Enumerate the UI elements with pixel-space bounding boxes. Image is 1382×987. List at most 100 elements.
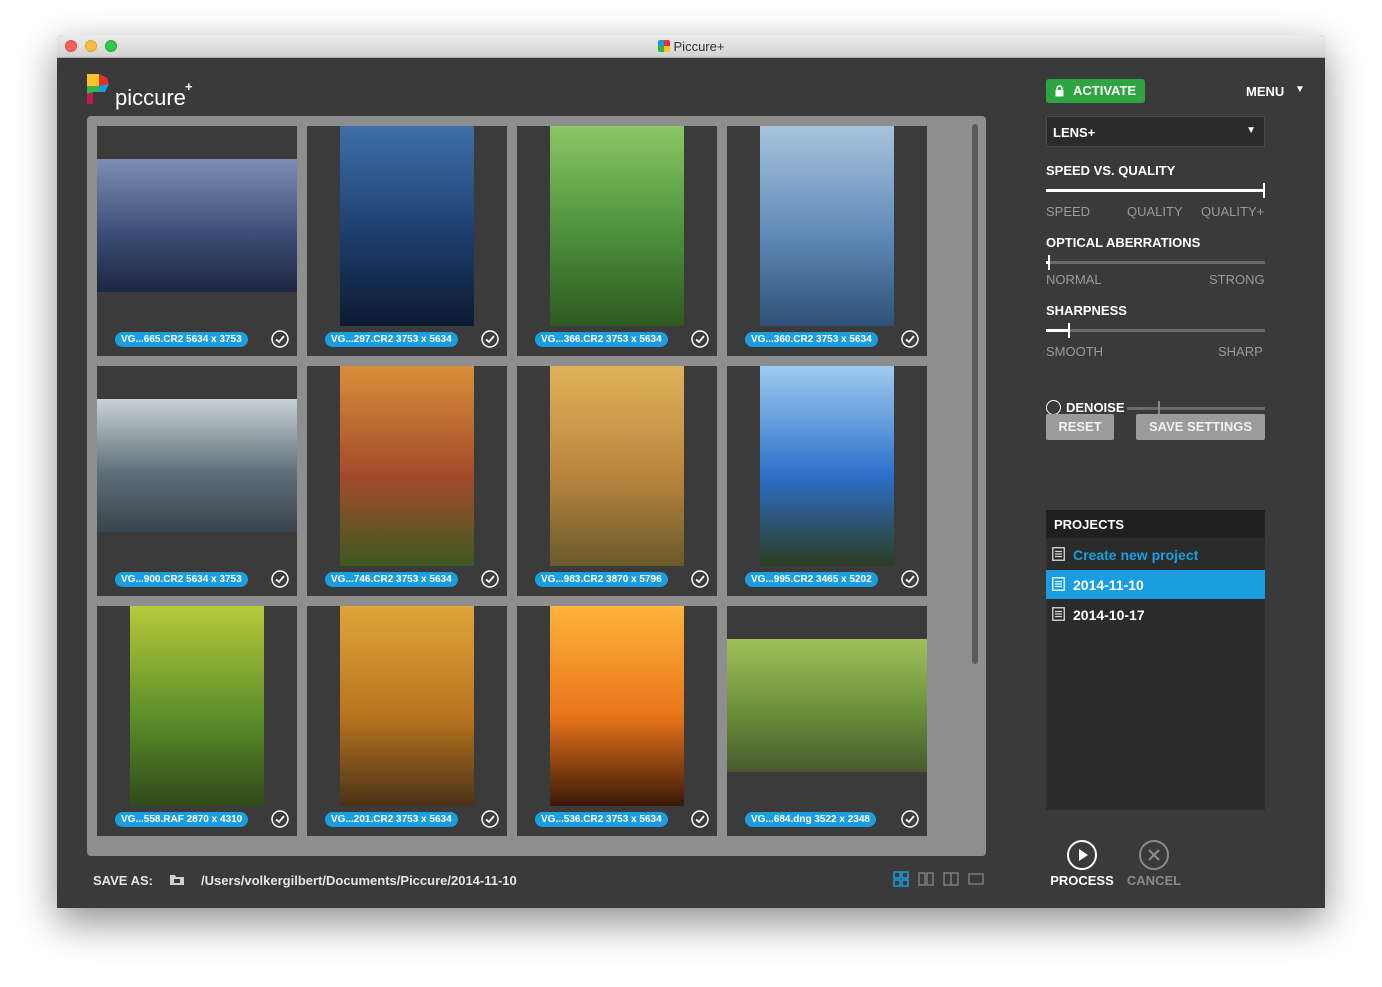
image-tile[interactable]: VG...746.CR2 3753 x 5634 bbox=[307, 366, 507, 596]
checkmark-icon[interactable] bbox=[481, 330, 499, 348]
image-thumbnail[interactable] bbox=[340, 126, 474, 326]
speed-label: SPEED bbox=[1046, 204, 1091, 219]
project-label: 2014-11-10 bbox=[1073, 577, 1144, 593]
image-thumbnail[interactable] bbox=[760, 126, 894, 326]
gallery-scrollbar-thumb[interactable] bbox=[972, 124, 978, 664]
mode-select-value: LENS+ bbox=[1053, 125, 1096, 140]
denoise-toggle[interactable] bbox=[1046, 400, 1061, 415]
image-thumbnail[interactable] bbox=[97, 159, 297, 292]
sharpness-handle[interactable] bbox=[1068, 323, 1070, 338]
image-thumbnail[interactable] bbox=[97, 399, 297, 532]
create-project-item[interactable]: Create new project bbox=[1046, 540, 1265, 569]
create-project-label: Create new project bbox=[1073, 547, 1199, 563]
document-icon bbox=[1052, 577, 1065, 591]
gallery-scrollbar[interactable] bbox=[972, 122, 978, 850]
image-tile[interactable]: VG...360.CR2 3753 x 5634 bbox=[727, 126, 927, 356]
projects-title: PROJECTS bbox=[1054, 517, 1125, 532]
image-label-badge: VG...201.CR2 3753 x 5634 bbox=[325, 812, 458, 827]
image-tile[interactable]: VG...536.CR2 3753 x 5634 bbox=[517, 606, 717, 836]
checkmark-icon[interactable] bbox=[271, 570, 289, 588]
play-icon bbox=[1067, 840, 1097, 870]
sharp-label: SHARP bbox=[1218, 344, 1263, 359]
activate-button[interactable]: ACTIVATE bbox=[1046, 79, 1145, 103]
speed-quality-slider[interactable] bbox=[1046, 183, 1265, 198]
image-thumbnail[interactable] bbox=[340, 366, 474, 566]
image-tile[interactable]: VG...665.CR2 5634 x 3753 bbox=[97, 126, 297, 356]
image-thumbnail[interactable] bbox=[340, 606, 474, 806]
checkmark-icon[interactable] bbox=[691, 810, 709, 828]
image-thumbnail[interactable] bbox=[550, 366, 684, 566]
optical-aberrations-handle[interactable] bbox=[1048, 255, 1050, 270]
process-button[interactable]: PROCESS bbox=[1047, 839, 1117, 888]
image-tile[interactable]: VG...558.RAF 2870 x 4310 bbox=[97, 606, 297, 836]
image-thumbnail[interactable] bbox=[760, 366, 894, 566]
image-thumbnail[interactable] bbox=[130, 606, 264, 806]
checkmark-icon[interactable] bbox=[691, 570, 709, 588]
optical-aberrations-slider[interactable] bbox=[1046, 255, 1265, 270]
split-view-icon[interactable] bbox=[943, 871, 959, 887]
project-item[interactable]: 2014-10-17 bbox=[1046, 600, 1265, 629]
image-caption: VG...360.CR2 3753 x 5634 bbox=[727, 330, 927, 350]
image-tile[interactable]: VG...983.CR2 3870 x 5796 bbox=[517, 366, 717, 596]
app-content: piccure + VG...665.CR2 5634 x 3753 VG...2… bbox=[57, 57, 1325, 908]
folder-icon[interactable] bbox=[169, 872, 185, 886]
checkmark-icon[interactable] bbox=[481, 570, 499, 588]
image-caption: VG...536.CR2 3753 x 5634 bbox=[517, 810, 717, 830]
checkmark-icon[interactable] bbox=[271, 330, 289, 348]
image-caption: VG...297.CR2 3753 x 5634 bbox=[307, 330, 507, 350]
image-gallery[interactable]: VG...665.CR2 5634 x 3753 VG...297.CR2 375… bbox=[87, 116, 986, 856]
image-label-badge: VG...900.CR2 5634 x 3753 bbox=[115, 572, 248, 587]
image-caption: VG...201.CR2 3753 x 5634 bbox=[307, 810, 507, 830]
checkmark-icon[interactable] bbox=[271, 810, 289, 828]
image-caption: VG...900.CR2 5634 x 3753 bbox=[97, 570, 297, 590]
image-tile[interactable]: VG...684.dng 3522 x 2348 bbox=[727, 606, 927, 836]
projects-header: PROJECTS bbox=[1046, 510, 1265, 538]
image-tile[interactable]: VG...297.CR2 3753 x 5634 bbox=[307, 126, 507, 356]
process-label: PROCESS bbox=[1050, 873, 1114, 888]
compare-view-icon[interactable] bbox=[918, 871, 934, 887]
image-thumbnail[interactable] bbox=[550, 606, 684, 806]
piccure-logo: piccure + bbox=[85, 70, 215, 110]
menu-button[interactable]: MENU bbox=[1246, 84, 1284, 99]
checkmark-icon[interactable] bbox=[481, 810, 499, 828]
image-tile[interactable]: VG...900.CR2 5634 x 3753 bbox=[97, 366, 297, 596]
image-tile[interactable]: VG...366.CR2 3753 x 5634 bbox=[517, 126, 717, 356]
image-label-badge: VG...536.CR2 3753 x 5634 bbox=[535, 812, 668, 827]
mode-select[interactable]: LENS+ ▼ bbox=[1046, 116, 1265, 147]
sharpness-title: SHARPNESS bbox=[1046, 303, 1127, 318]
cancel-button[interactable]: CANCEL bbox=[1121, 839, 1187, 888]
save-settings-button[interactable]: SAVE SETTINGS bbox=[1136, 414, 1265, 440]
strong-label: STRONG bbox=[1209, 272, 1265, 287]
checkmark-icon[interactable] bbox=[901, 810, 919, 828]
single-view-icon[interactable] bbox=[968, 871, 984, 887]
activate-label: ACTIVATE bbox=[1073, 83, 1137, 98]
cancel-label: CANCEL bbox=[1126, 873, 1182, 888]
sharpness-slider[interactable] bbox=[1046, 323, 1265, 338]
image-label-badge: VG...983.CR2 3870 x 5796 bbox=[535, 572, 668, 587]
checkmark-icon[interactable] bbox=[901, 570, 919, 588]
image-tile[interactable]: VG...995.CR2 3465 x 5202 bbox=[727, 366, 927, 596]
piccure-logo-icon bbox=[87, 74, 109, 104]
image-thumbnail[interactable] bbox=[727, 639, 927, 772]
document-icon bbox=[1052, 607, 1065, 621]
image-label-badge: VG...366.CR2 3753 x 5634 bbox=[535, 332, 668, 347]
image-label-badge: VG...665.CR2 5634 x 3753 bbox=[115, 332, 248, 347]
project-item[interactable]: 2014-11-10 bbox=[1046, 570, 1265, 599]
image-label-badge: VG...558.RAF 2870 x 4310 bbox=[115, 812, 249, 827]
menu-caret-icon[interactable]: ▼ bbox=[1295, 84, 1305, 95]
image-label-badge: VG...746.CR2 3753 x 5634 bbox=[325, 572, 458, 587]
save-path[interactable]: /Users/volkergilbert/Documents/Piccure/2… bbox=[201, 873, 517, 888]
checkmark-icon[interactable] bbox=[901, 330, 919, 348]
denoise-slider[interactable] bbox=[1127, 401, 1265, 416]
reset-button[interactable]: RESET bbox=[1046, 414, 1114, 440]
smooth-label: SMOOTH bbox=[1046, 344, 1104, 359]
logo-superscript: + bbox=[185, 79, 193, 94]
image-caption: VG...684.dng 3522 x 2348 bbox=[727, 810, 927, 830]
image-thumbnail[interactable] bbox=[550, 126, 684, 326]
quality-label: QUALITY bbox=[1127, 204, 1183, 219]
speed-quality-handle[interactable] bbox=[1263, 183, 1265, 198]
grid-view-icon[interactable] bbox=[893, 871, 909, 887]
image-tile[interactable]: VG...201.CR2 3753 x 5634 bbox=[307, 606, 507, 836]
checkmark-icon[interactable] bbox=[691, 330, 709, 348]
app-icon bbox=[657, 40, 670, 52]
